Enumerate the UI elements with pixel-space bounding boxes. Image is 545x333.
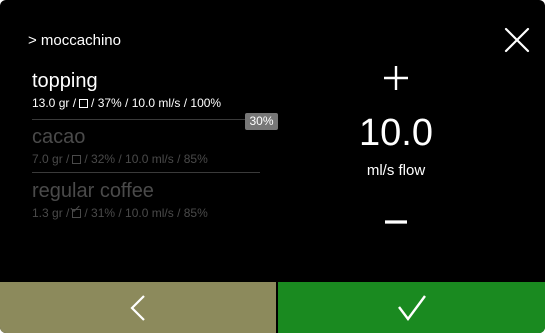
close-icon — [504, 27, 530, 53]
plus-icon — [384, 66, 408, 90]
ingredient-amount: 13.0 gr / — [32, 96, 77, 110]
ingredient-amount: 1.3 gr / — [32, 206, 70, 220]
minus-icon — [385, 220, 407, 224]
ingredient-name: cacao — [32, 126, 86, 148]
breadcrumb: > moccachino — [28, 32, 121, 49]
ingredient-amount: 7.0 gr / — [32, 152, 70, 166]
increase-button[interactable] — [380, 62, 412, 94]
ingredient-cacao[interactable]: cacao 7.0 gr / / 32% / 10.0 ml/s / 85% — [32, 126, 262, 166]
checkbox-icon — [72, 154, 82, 164]
ingredient-settings: / 32% / 10.0 ml/s / 85% — [84, 152, 208, 166]
ingredient-settings: / 37% / 10.0 ml/s / 100% — [91, 96, 222, 110]
ingredient-settings: / 31% / 10.0 ml/s / 85% — [84, 206, 208, 220]
confirm-button[interactable] — [278, 282, 545, 333]
ingredient-detail: 13.0 gr / / 37% / 10.0 ml/s / 100% — [32, 96, 262, 110]
moccachino-editor-screen: > moccachino topping 13.0 gr / / 37% / 1… — [0, 0, 545, 333]
ingredient-topping[interactable]: topping 13.0 gr / / 37% / 10.0 ml/s / 10… — [32, 70, 262, 110]
flow-value: 10.0 — [359, 112, 433, 154]
ingredient-detail: 7.0 gr / / 32% / 10.0 ml/s / 85% — [32, 152, 262, 166]
checkmark-icon — [397, 294, 426, 321]
divider — [32, 172, 260, 173]
back-button[interactable] — [0, 282, 276, 333]
checkbox-checked-icon — [72, 208, 82, 218]
close-button[interactable] — [503, 26, 531, 54]
checkbox-icon — [79, 98, 89, 108]
chevron-left-icon — [130, 294, 145, 321]
ingredient-name: topping — [32, 70, 98, 92]
ingredient-regular-coffee[interactable]: regular coffee 1.3 gr / / 31% / 10.0 ml/… — [32, 180, 262, 220]
decrease-button[interactable] — [380, 206, 412, 238]
flow-unit-label: ml/s flow — [366, 162, 426, 179]
ingredient-detail: 1.3 gr / / 31% / 10.0 ml/s / 85% — [32, 206, 262, 220]
ingredient-name: regular coffee — [32, 180, 154, 202]
divider — [32, 119, 260, 120]
